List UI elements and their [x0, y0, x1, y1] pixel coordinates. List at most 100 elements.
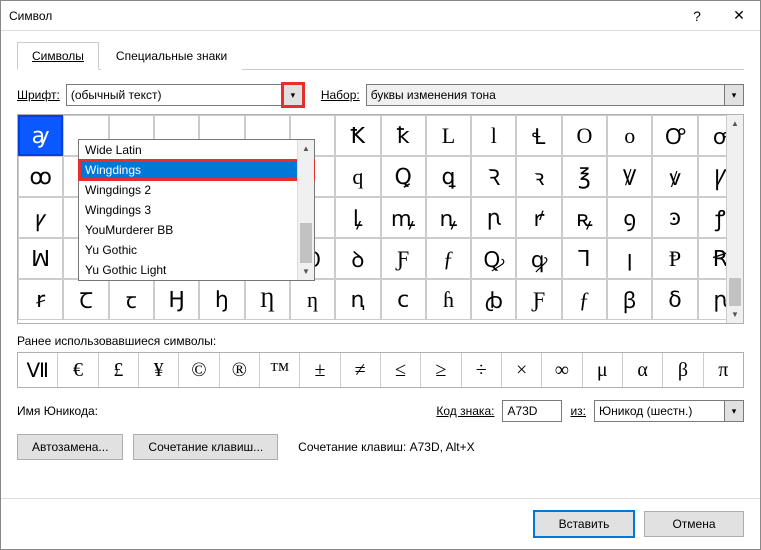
font-label: Шрифт:: [17, 88, 60, 102]
font-option[interactable]: Wingdings 2: [79, 180, 314, 200]
tab-special[interactable]: Специальные знаки: [101, 42, 242, 70]
glyph-cell[interactable]: Ƞ: [245, 279, 290, 320]
from-dropdown-button[interactable]: ▾: [724, 400, 744, 422]
recent-symbol[interactable]: ×: [502, 353, 542, 387]
glyph-cell[interactable]: ꝙ: [516, 238, 561, 279]
set-dropdown-button[interactable]: ▾: [724, 84, 744, 106]
glyph-cell[interactable]: ꝏ: [18, 156, 63, 197]
scroll-thumb[interactable]: [729, 278, 741, 306]
dropdown-scroll-up-icon[interactable]: ▲: [298, 140, 314, 157]
glyph-cell[interactable]: ꜧ: [199, 279, 244, 320]
recent-symbol[interactable]: ©: [179, 353, 219, 387]
glyph-cell[interactable]: Ꞇ: [63, 279, 108, 320]
glyph-cell[interactable]: ꝵ: [516, 197, 561, 238]
glyph-cell[interactable]: ℥: [562, 156, 607, 197]
recent-symbol[interactable]: ™: [260, 353, 300, 387]
code-input[interactable]: [502, 400, 562, 422]
glyph-cell[interactable]: L: [426, 115, 471, 156]
recent-symbol[interactable]: ∞: [542, 353, 582, 387]
glyph-cell[interactable]: Ɬ: [516, 115, 561, 156]
tab-symbols[interactable]: Символы: [17, 42, 99, 70]
glyph-cell[interactable]: Ᵽ: [652, 238, 697, 279]
font-option[interactable]: Wide Latin: [79, 140, 314, 160]
glyph-cell[interactable]: ꞗ: [471, 279, 516, 320]
glyph-cell[interactable]: Ꝟ: [607, 156, 652, 197]
recent-symbol[interactable]: π: [704, 353, 743, 387]
glyph-cell[interactable]: q: [335, 156, 380, 197]
glyph-cell[interactable]: ꝴ: [426, 197, 471, 238]
glyph-cell[interactable]: l: [471, 115, 516, 156]
font-dropdown-button[interactable]: ▾: [281, 82, 305, 108]
glyph-cell[interactable]: ꟽ: [18, 238, 63, 279]
font-input[interactable]: [66, 84, 303, 106]
glyph-cell[interactable]: Ꜧ: [154, 279, 199, 320]
cancel-button[interactable]: Отмена: [644, 511, 744, 537]
glyph-cell[interactable]: Ꝙ: [471, 238, 516, 279]
font-option[interactable]: Wingdings: [79, 160, 314, 180]
glyph-cell[interactable]: ꝯ: [607, 197, 652, 238]
recent-symbol[interactable]: ÷: [462, 353, 502, 387]
glyph-cell[interactable]: ꝲ: [335, 197, 380, 238]
glyph-cell[interactable]: ꞑ: [335, 279, 380, 320]
dropdown-scrollbar[interactable]: ▲ ▼: [297, 140, 314, 280]
glyph-cell[interactable]: ꜽ: [18, 115, 63, 156]
font-option[interactable]: Wingdings 3: [79, 200, 314, 220]
close-button[interactable]: ✕: [718, 1, 760, 30]
grid-scrollbar[interactable]: ▲ ▼: [726, 115, 743, 323]
recent-symbol[interactable]: Ⅶ: [18, 353, 58, 387]
glyph-cell[interactable]: ꞧ: [18, 279, 63, 320]
glyph-cell[interactable]: ꝁ: [381, 115, 426, 156]
dropdown-scroll-thumb[interactable]: [300, 223, 312, 263]
recent-symbol[interactable]: ¥: [139, 353, 179, 387]
glyph-cell[interactable]: ꝩ: [18, 197, 63, 238]
set-input[interactable]: [366, 84, 744, 106]
glyph-cell[interactable]: ⅽ: [381, 279, 426, 320]
glyph-cell[interactable]: ꝺ: [335, 238, 380, 279]
glyph-cell[interactable]: ẟ: [652, 279, 697, 320]
recent-symbol[interactable]: £: [99, 353, 139, 387]
glyph-cell[interactable]: ꞵ: [607, 279, 652, 320]
recent-symbol[interactable]: ®: [220, 353, 260, 387]
glyph-cell[interactable]: Ƒ: [516, 279, 561, 320]
glyph-cell[interactable]: Ꝗ: [381, 156, 426, 197]
autocorrect-button[interactable]: Автозамена...: [17, 434, 123, 460]
glyph-cell[interactable]: ꞁ: [607, 238, 652, 279]
scroll-up-icon[interactable]: ▲: [727, 115, 743, 132]
glyph-cell[interactable]: ꝟ: [652, 156, 697, 197]
glyph-cell[interactable]: Ꝛ: [471, 156, 516, 197]
glyph-cell[interactable]: Ꝍ: [652, 115, 697, 156]
scroll-down-icon[interactable]: ▼: [727, 306, 743, 323]
glyph-cell[interactable]: ƒ: [562, 279, 607, 320]
glyph-cell[interactable]: o: [607, 115, 652, 156]
glyph-cell[interactable]: ꝶ: [562, 197, 607, 238]
glyph-cell[interactable]: ꝗ: [426, 156, 471, 197]
glyph-cell[interactable]: ꞃ: [471, 197, 516, 238]
shortcut-button[interactable]: Сочетание клавиш...: [133, 434, 278, 460]
font-option[interactable]: Yu Gothic Light: [79, 260, 314, 280]
glyph-cell[interactable]: ꝛ: [516, 156, 561, 197]
dropdown-scroll-down-icon[interactable]: ▼: [298, 263, 314, 280]
glyph-cell[interactable]: ƒ: [426, 238, 471, 279]
recent-symbol[interactable]: ≠: [341, 353, 381, 387]
glyph-cell[interactable]: Ƒ: [381, 238, 426, 279]
glyph-cell[interactable]: ꞇ: [109, 279, 154, 320]
recent-symbol[interactable]: ≤: [381, 353, 421, 387]
font-option[interactable]: Yu Gothic: [79, 240, 314, 260]
glyph-cell[interactable]: ɦ: [426, 279, 471, 320]
recent-symbol[interactable]: μ: [583, 353, 623, 387]
glyph-cell[interactable]: ꝳ: [381, 197, 426, 238]
glyph-cell[interactable]: Ꝁ: [335, 115, 380, 156]
recent-symbol[interactable]: β: [663, 353, 703, 387]
help-button[interactable]: ?: [676, 1, 718, 30]
recent-symbol[interactable]: ±: [300, 353, 340, 387]
glyph-cell[interactable]: ꜿ: [652, 197, 697, 238]
glyph-cell[interactable]: O: [562, 115, 607, 156]
insert-button[interactable]: Вставить: [534, 511, 634, 537]
glyph-cell[interactable]: ƞ: [290, 279, 335, 320]
font-option[interactable]: YouMurderer BB: [79, 220, 314, 240]
glyph-cell[interactable]: Ꞁ: [562, 238, 607, 279]
recent-symbol[interactable]: α: [623, 353, 663, 387]
from-input[interactable]: [594, 400, 744, 422]
recent-symbol[interactable]: €: [58, 353, 98, 387]
recent-symbol[interactable]: ≥: [421, 353, 461, 387]
